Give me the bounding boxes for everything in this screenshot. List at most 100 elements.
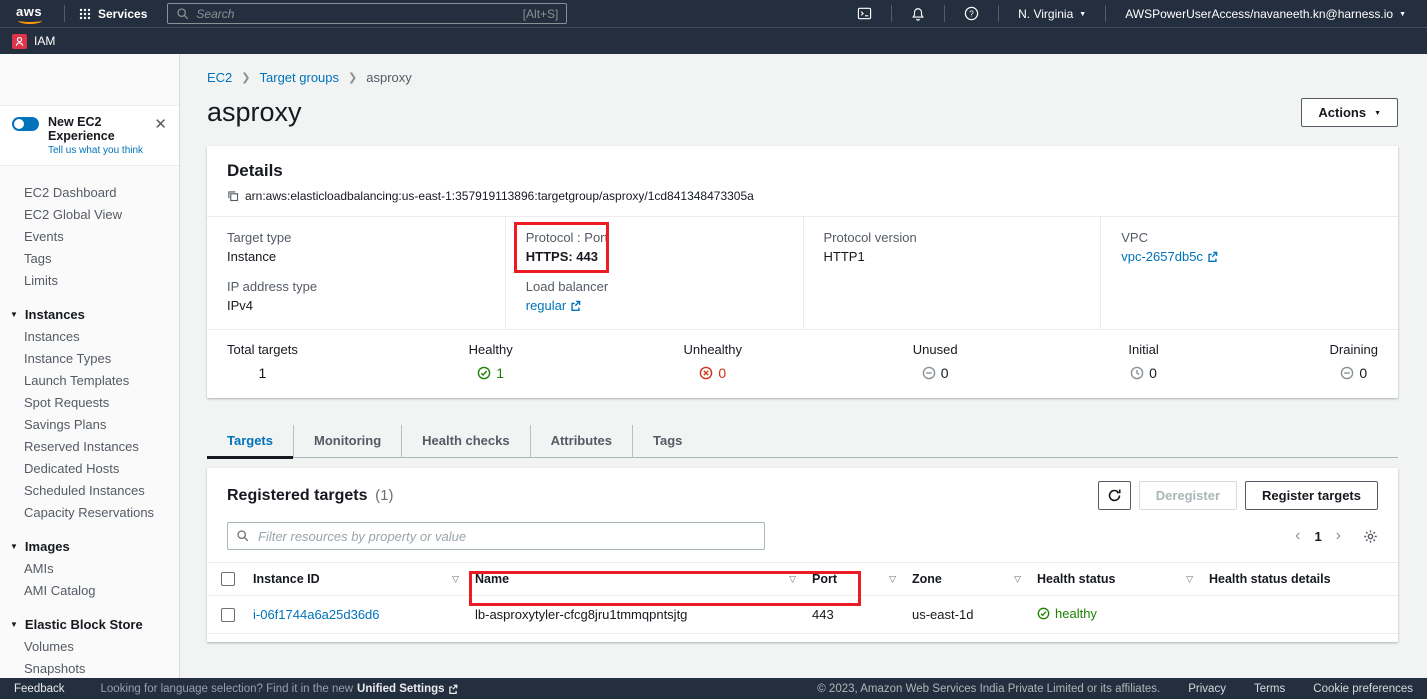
sidebar-item-snapshots[interactable]: Snapshots [0,658,179,678]
copy-icon[interactable] [227,190,239,202]
breadcrumb-ec2[interactable]: EC2 [207,70,232,85]
breadcrumb-target-groups[interactable]: Target groups [260,70,340,85]
vpc-label: VPC [1121,230,1378,245]
header-health-status-details: Health status details [1209,572,1331,586]
tab-tags[interactable]: Tags [632,425,702,457]
tab-attributes[interactable]: Attributes [530,425,632,457]
favorite-iam-shortcut[interactable]: IAM [12,34,55,49]
tab-targets[interactable]: Targets [207,425,293,457]
close-icon[interactable]: ✕ [152,115,169,134]
help-button[interactable]: ? [953,0,990,27]
gear-icon[interactable] [1363,529,1378,544]
next-page-icon[interactable]: › [1336,528,1341,544]
feedback-link[interactable]: Feedback [14,683,65,695]
filter-input[interactable] [227,522,765,550]
sidebar-section-instances[interactable]: ▼ Instances [0,304,179,326]
language-selection-text: Looking for language selection? Find it … [101,683,458,695]
sidebar-item-events[interactable]: Events [0,226,179,248]
chevron-down-icon: ▼ [1374,110,1381,117]
unified-settings-link[interactable]: Unified Settings [357,683,458,695]
load-balancer-link[interactable]: regular [526,298,581,313]
filter-triangle-icon[interactable]: ▽ [1014,574,1021,585]
draining-cell: Draining 0 [1330,342,1378,381]
toggle-knob [14,119,24,129]
external-link-icon [570,300,581,311]
health-status-details-cell [1201,596,1398,634]
register-targets-button[interactable]: Register targets [1245,481,1378,510]
sidebar-item-scheduled-instances[interactable]: Scheduled Instances [0,480,179,502]
unhealthy-label: Unhealthy [683,342,742,357]
sidebar-item-tags[interactable]: Tags [0,248,179,270]
sidebar-item-dedicated-hosts[interactable]: Dedicated Hosts [0,458,179,480]
sidebar-item-instances[interactable]: Instances [0,326,179,348]
page-number[interactable]: 1 [1314,529,1321,544]
tab-health-checks[interactable]: Health checks [401,425,529,457]
chevron-right-icon: ❯ [348,71,357,84]
global-search-input[interactable]: Search [Alt+S] [167,3,567,24]
instance-id-link[interactable]: i-06f1744a6a25d36d6 [253,607,380,622]
health-status-value: healthy [1055,606,1097,621]
sidebar-section-images[interactable]: ▼ Images [0,536,179,558]
new-experience-panel: New EC2 Experience Tell us what you thin… [0,105,179,166]
chevron-right-icon: ❯ [241,71,250,84]
tab-monitoring[interactable]: Monitoring [293,425,401,457]
privacy-link[interactable]: Privacy [1188,683,1226,695]
vpc-link[interactable]: vpc-2657db5c [1121,249,1218,264]
unused-label: Unused [913,342,958,357]
new-experience-title: New EC2 Experience [48,115,143,143]
actions-label: Actions [1318,105,1366,120]
unused-cell: Unused 0 [913,342,958,381]
filter-triangle-icon[interactable]: ▽ [1186,574,1193,585]
cloudshell-button[interactable] [846,0,883,27]
cloudshell-terminal-icon [857,6,872,21]
previous-page-icon[interactable]: ‹ [1295,528,1300,544]
deregister-button[interactable]: Deregister [1139,481,1237,510]
header-name: Name [475,572,509,586]
select-all-checkbox[interactable] [221,572,235,586]
protocol-port-label: Protocol : Port [526,230,783,245]
section-header-label: Images [25,540,70,554]
refresh-button[interactable] [1098,481,1131,510]
account-menu[interactable]: AWSPowerUserAccess/navaneeth.kn@harness.… [1114,7,1417,21]
sidebar-section-elastic-block-store[interactable]: ▼ Elastic Block Store [0,614,179,636]
sidebar-item-ec2-dashboard[interactable]: EC2 Dashboard [0,182,179,204]
sidebar-item-spot-requests[interactable]: Spot Requests [0,392,179,414]
sidebar-item-reserved-instances[interactable]: Reserved Instances [0,436,179,458]
grid-icon [79,8,91,20]
details-card: Details arn:aws:elasticloadbalancing:us-… [207,146,1398,398]
sidebar-item-capacity-reservations[interactable]: Capacity Reservations [0,502,179,524]
triangle-down-icon: ▼ [10,618,18,632]
tell-us-link[interactable]: Tell us what you think [48,145,143,156]
triangle-down-icon: ▼ [10,308,18,322]
services-menu-button[interactable]: Services [73,7,153,21]
sidebar-item-ami-catalog[interactable]: AMI Catalog [0,580,179,602]
aws-logo[interactable]: aws [16,4,50,24]
sidebar-item-ec2-global-view[interactable]: EC2 Global View [0,204,179,226]
region-selector[interactable]: N. Virginia ▼ [1007,7,1097,21]
row-checkbox[interactable] [221,608,235,622]
sidebar-item-savings-plans[interactable]: Savings Plans [0,414,179,436]
actions-button[interactable]: Actions ▼ [1301,98,1398,127]
help-icon: ? [964,6,979,21]
sidebar-item-instance-types[interactable]: Instance Types [0,348,179,370]
notifications-button[interactable] [900,0,936,27]
new-experience-toggle[interactable] [12,117,39,131]
health-status-cell: healthy [1037,606,1097,621]
aws-smile-icon [18,17,42,24]
cookie-preferences-link[interactable]: Cookie preferences [1313,683,1413,695]
header-port: Port [812,572,837,586]
sidebar-item-limits[interactable]: Limits [0,270,179,292]
filter-triangle-icon[interactable]: ▽ [452,574,459,585]
unused-value: 0 [941,365,949,381]
external-link-icon [448,684,458,694]
healthy-value: 1 [496,365,504,381]
filter-triangle-icon[interactable]: ▽ [789,574,796,585]
target-name-cell: lb-asproxytyler-cfcg8jru1tmmqpntsjtg [467,596,804,634]
terms-link[interactable]: Terms [1254,683,1285,695]
favorite-label: IAM [34,34,55,48]
sidebar-item-volumes[interactable]: Volumes [0,636,179,658]
unhealthy-cell: Unhealthy 0 [683,342,742,381]
filter-triangle-icon[interactable]: ▽ [889,574,896,585]
sidebar-item-amis[interactable]: AMIs [0,558,179,580]
sidebar-item-launch-templates[interactable]: Launch Templates [0,370,179,392]
